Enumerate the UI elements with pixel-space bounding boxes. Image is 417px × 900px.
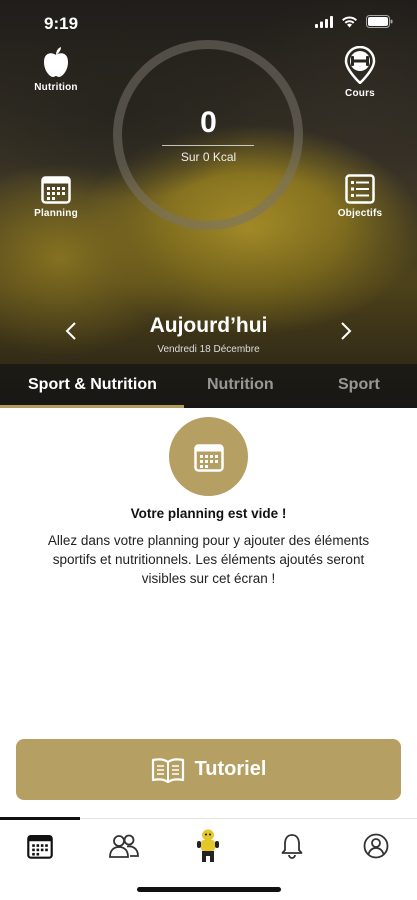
planning-button[interactable]: Planning <box>21 174 91 219</box>
bell-icon <box>281 834 303 859</box>
tab-sport[interactable]: Sport <box>338 376 380 394</box>
tutorial-label: Tutoriel <box>194 758 267 780</box>
planning-label: Planning <box>34 208 78 219</box>
wifi-icon <box>342 15 357 27</box>
home-indicator <box>137 887 281 892</box>
kcal-subtitle: Sur 0 Kcal <box>180 150 237 164</box>
bottom-tab-active-indicator <box>0 817 80 820</box>
date-subtitle: Vendredi 18 Décembre <box>157 344 260 355</box>
status-time: 9:19 <box>44 14 79 33</box>
empty-state-icon <box>169 417 248 496</box>
status-bar: 9:19 <box>0 0 417 48</box>
courses-button[interactable]: Cours <box>325 46 395 99</box>
courses-label: Cours <box>345 88 375 99</box>
nutrition-label: Nutrition <box>34 82 78 93</box>
bottom-tab-profile[interactable] <box>356 831 396 861</box>
kcal-divider <box>162 145 254 146</box>
bottom-tab-community[interactable] <box>104 831 144 861</box>
dumbbell-pin-icon <box>344 46 376 84</box>
apple-icon <box>44 47 68 77</box>
tab-sport-nutrition[interactable]: Sport & Nutrition <box>28 376 157 394</box>
tab-nutrition[interactable]: Nutrition <box>207 376 274 394</box>
segment-tabs: Sport & Nutrition Nutrition Sport <box>0 364 417 408</box>
chevron-right-icon[interactable] <box>339 320 353 342</box>
signal-icon <box>315 15 333 28</box>
battery-icon <box>366 15 393 28</box>
coach-mascot-icon <box>197 829 219 862</box>
calendar-icon <box>193 443 224 472</box>
tutorial-button[interactable]: Tutoriel <box>16 739 401 800</box>
calendar-icon <box>41 176 71 204</box>
active-tab-indicator <box>0 405 184 408</box>
community-icon <box>109 834 139 858</box>
empty-state-text: Allez dans votre planning pour y ajouter… <box>47 533 370 586</box>
date-navigation: Aujourd’hui Vendredi 18 Décembre <box>0 312 417 360</box>
bottom-tab-coach[interactable] <box>188 829 228 862</box>
bottom-tab-calendar[interactable] <box>20 831 60 861</box>
bottom-tab-notifications[interactable] <box>272 831 312 861</box>
checklist-icon <box>345 174 375 204</box>
date-title: Aujourd’hui <box>149 314 268 337</box>
objectives-button[interactable]: Objectifs <box>325 174 395 219</box>
status-icons <box>315 15 393 28</box>
open-book-icon <box>151 757 184 783</box>
empty-state-title: Votre planning est vide ! <box>130 506 287 521</box>
kcal-value: 0 <box>200 106 217 139</box>
objectives-label: Objectifs <box>337 208 383 219</box>
profile-icon <box>363 833 389 859</box>
nutrition-button[interactable]: Nutrition <box>21 46 91 93</box>
calendar-icon <box>27 834 53 859</box>
